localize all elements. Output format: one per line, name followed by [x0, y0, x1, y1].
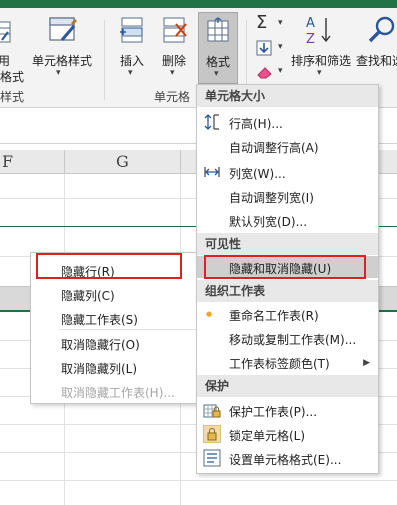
menu-item-unhide-columns[interactable]: 取消隐藏列(L) [61, 360, 137, 377]
format-dropdown-menu: 单元格大小 行高(H)... 自动调整行高(A) 列宽(W)... 自动调整列宽… [196, 84, 379, 474]
menu-item-autofit-row[interactable]: 自动调整行高(A) [229, 139, 319, 156]
menu-item-lock-cell[interactable]: 锁定单元格(L) [229, 427, 305, 444]
title-bar [0, 0, 397, 8]
grid-line [0, 480, 397, 481]
sum-icon: Σ [256, 12, 268, 33]
sort-filter-label: 排序和筛选 [290, 54, 351, 68]
cell-styles-icon [49, 17, 78, 41]
menu-item-row-height[interactable]: 行高(H)... [229, 115, 283, 132]
autosum-button[interactable]: Σ ▾ [254, 12, 288, 36]
sort-filter-button[interactable]: A Z 排序和筛选 ▾ [290, 8, 352, 88]
delete-button[interactable]: 删除 ▾ [154, 8, 194, 88]
menu-item-hide-sheet[interactable]: 隐藏工作表(S) [61, 311, 138, 328]
menu-item-protect-sheet[interactable]: 保护工作表(P)... [229, 403, 317, 420]
fill-button[interactable]: ▾ [254, 38, 288, 60]
menu-item-format-cells[interactable]: 设置单元格格式(E)... [229, 451, 341, 468]
chevron-down-icon: ▾ [317, 68, 322, 78]
chevron-down-icon: ▾ [214, 69, 219, 79]
menu-item-move-copy-sheet[interactable]: 移动或复制工作表(M)... [229, 331, 356, 348]
chevron-down-icon: ▾ [170, 68, 175, 78]
menu-item-tab-color[interactable]: 工作表标签颜色(T) [229, 355, 330, 372]
menu-item-column-width[interactable]: 列宽(W)... [229, 165, 286, 182]
column-divider [64, 150, 65, 174]
menu-item-unhide-rows[interactable]: 取消隐藏行(O) [61, 336, 140, 353]
chevron-down-icon: ▾ [56, 68, 61, 78]
menu-item-autofit-column[interactable]: 自动调整列宽(I) [229, 189, 314, 206]
svg-text:Z: Z [306, 32, 315, 46]
section-cell-size: 单元格大小 [197, 85, 378, 107]
insert-button[interactable]: 插入 ▾ [112, 8, 152, 88]
column-width-icon [204, 167, 220, 177]
menu-item-unhide-sheet: 取消隐藏工作表(H)... [61, 386, 175, 400]
fill-down-icon [256, 40, 272, 56]
table-format-icon [0, 21, 11, 43]
find-select-label: 查找和选 [356, 54, 397, 68]
menu-item-rename-sheet[interactable]: 重命名工作表(R) [229, 307, 319, 324]
submenu-arrow-icon: ▶ [363, 358, 370, 368]
style-label-partial: 格式 [0, 70, 25, 84]
column-header-g[interactable]: G [116, 152, 129, 171]
eraser-icon [257, 67, 272, 79]
lock-icon [203, 425, 221, 443]
delete-cells-icon [163, 17, 187, 43]
format-cells-icon [207, 17, 229, 42]
annotation-box-hide-unhide [204, 255, 366, 279]
delete-label: 删除 [161, 54, 186, 68]
format-button[interactable]: 格式 ▾ [198, 12, 238, 84]
section-organize-sheets: 组织工作表 [197, 280, 378, 302]
cell-styles-label: 单元格样式 [31, 54, 92, 68]
section-protection: 保护 [197, 375, 378, 397]
insert-label: 插入 [119, 54, 144, 68]
style-group-label: 样式 [0, 90, 25, 104]
menu-item-default-width[interactable]: 默认列宽(D)... [229, 213, 307, 230]
sort-filter-icon: A Z [306, 16, 331, 46]
menu-divider [59, 329, 197, 330]
annotation-box-hide-rows [36, 253, 182, 279]
search-icon [368, 16, 395, 43]
column-header-f[interactable]: F [2, 152, 13, 171]
svg-text:A: A [306, 16, 315, 31]
ribbon-separator [104, 20, 105, 100]
clear-button[interactable]: ▾ [254, 62, 288, 84]
chevron-down-icon: ▾ [278, 42, 283, 52]
protect-sheet-icon [203, 404, 221, 418]
format-label: 格式 [205, 55, 230, 69]
apply-style-label: 用 [0, 54, 11, 68]
section-visibility: 可见性 [197, 233, 378, 255]
chevron-down-icon: ▾ [128, 68, 133, 78]
bullet-icon: ● [206, 310, 213, 318]
format-cells-icon [203, 449, 221, 467]
cells-group-label: 单元格 [154, 90, 191, 104]
chevron-down-icon: ▾ [278, 18, 283, 28]
chevron-down-icon: ▾ [278, 66, 283, 76]
insert-cells-icon [120, 17, 143, 43]
cell-styles-button[interactable]: 单元格样式 ▾ [28, 8, 96, 88]
menu-item-hide-columns[interactable]: 隐藏列(C) [61, 287, 115, 304]
row-height-icon [204, 114, 219, 130]
find-select-button[interactable]: 查找和选 [354, 8, 397, 88]
column-divider [180, 150, 181, 174]
